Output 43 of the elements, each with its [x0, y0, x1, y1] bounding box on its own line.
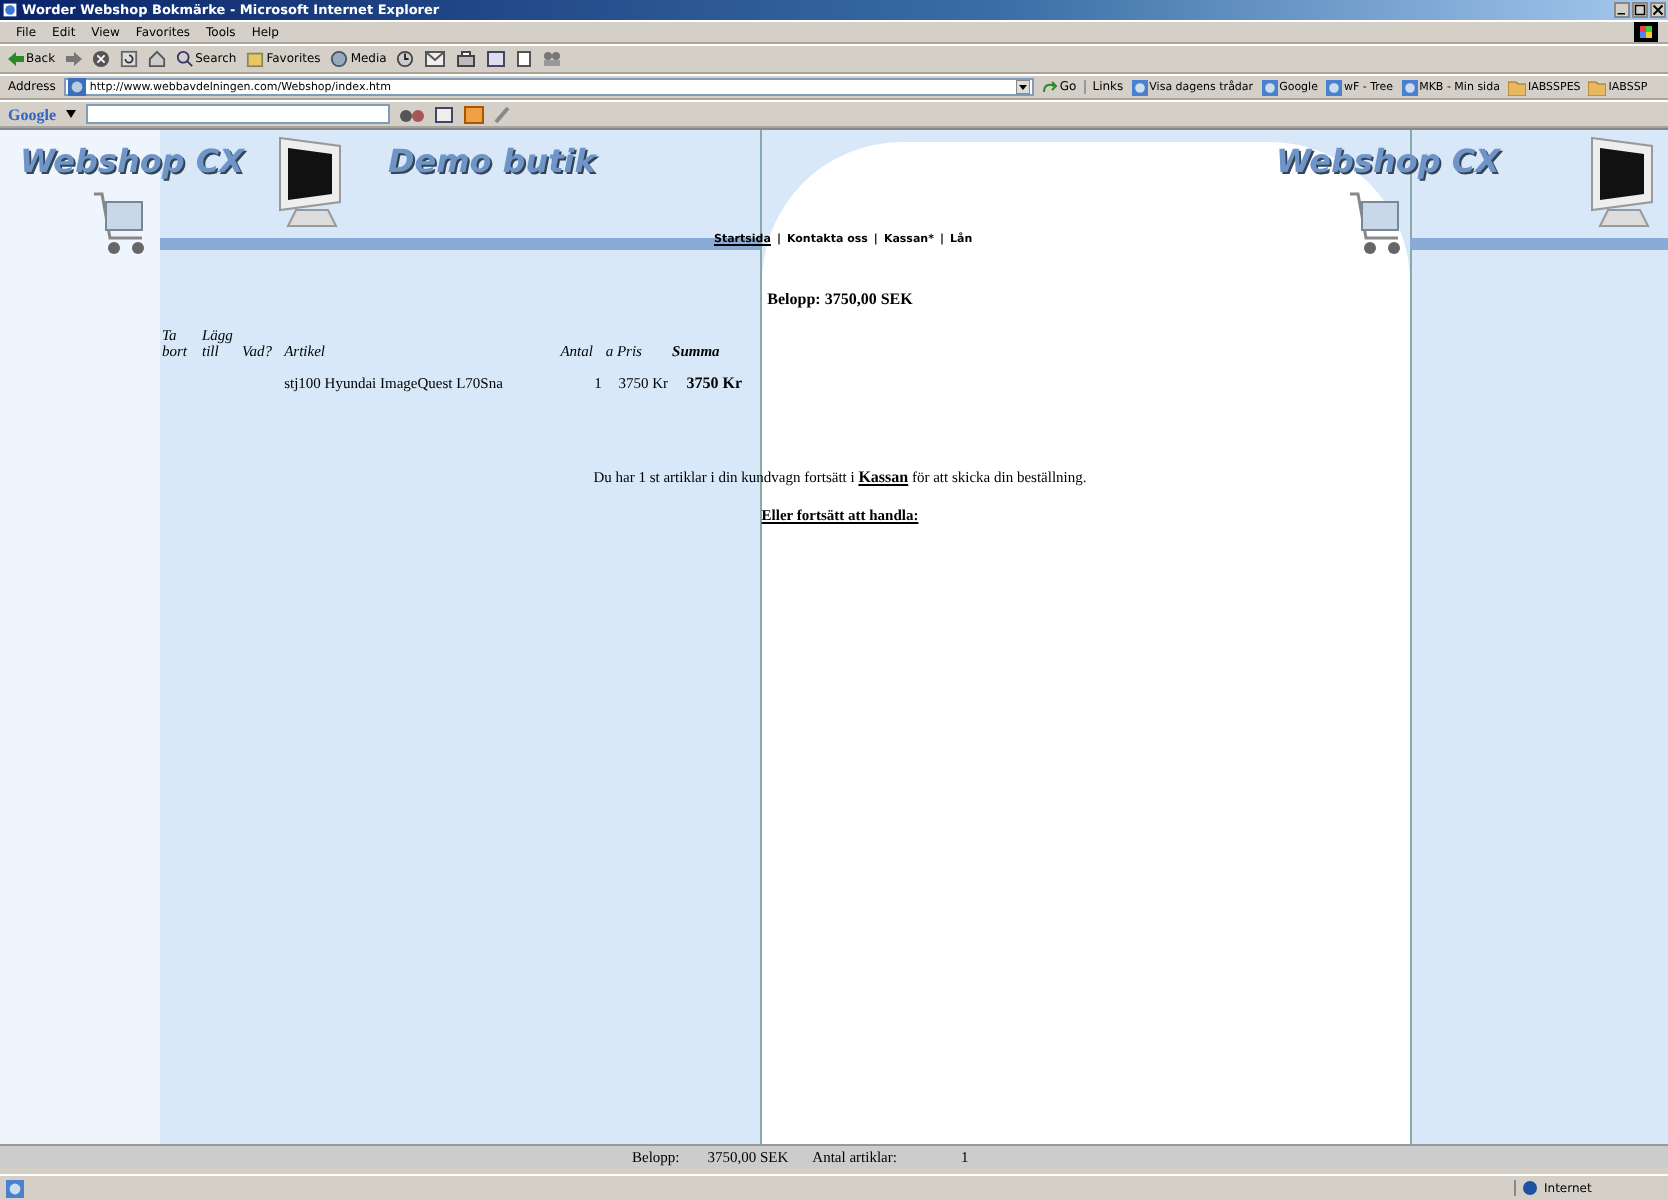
total-amount: Belopp: 3750,00 SEK	[765, 290, 915, 308]
print-icon[interactable]	[456, 50, 477, 68]
edit-icon[interactable]	[486, 50, 507, 68]
search-icon	[175, 50, 194, 68]
binoculars-icon[interactable]	[400, 105, 424, 123]
google-search-field[interactable]	[86, 104, 390, 124]
folder-icon	[1588, 79, 1607, 95]
document-icon[interactable]	[516, 50, 533, 68]
close-icon	[1652, 4, 1664, 16]
page-icon	[1261, 79, 1278, 95]
page-icon[interactable]	[434, 105, 454, 123]
browser-icon	[2, 2, 18, 18]
folder-icon	[246, 50, 265, 68]
go-arrow-icon	[1041, 79, 1058, 95]
forward-icon[interactable]	[65, 52, 82, 66]
globe-icon	[1522, 1180, 1538, 1196]
caret-icon[interactable]	[66, 110, 76, 118]
page-icon	[1401, 79, 1418, 95]
history-icon[interactable]	[396, 50, 415, 68]
back-arrow-icon	[8, 52, 24, 66]
page-icon	[67, 78, 86, 96]
maximize-button[interactable]	[1632, 2, 1648, 18]
checkout-link[interactable]: Kassan	[858, 468, 909, 486]
popup-blocker-icon[interactable]	[464, 105, 484, 123]
home-icon[interactable]	[147, 50, 166, 68]
page-icon	[1325, 79, 1342, 95]
shop-title: Demo butik	[387, 142, 596, 180]
disc-icon	[330, 50, 349, 68]
stop-icon[interactable]	[91, 50, 110, 68]
folder-icon	[1507, 79, 1526, 95]
mail-icon[interactable]	[424, 50, 447, 68]
close-button[interactable]	[1650, 2, 1666, 18]
refresh-icon[interactable]	[119, 50, 138, 68]
sum-cell-text: 3750 Kr	[684, 372, 744, 392]
windows-logo-icon	[1632, 22, 1660, 42]
maximize-icon	[1634, 4, 1646, 16]
people-icon[interactable]	[542, 50, 563, 68]
page-icon	[6, 1179, 24, 1197]
shop-logo: Webshop CX	[20, 142, 244, 180]
google-logo: Google	[8, 105, 56, 123]
page-icon	[1131, 79, 1148, 95]
minimize-button[interactable]	[1614, 2, 1630, 18]
dropdown-icon[interactable]	[1015, 80, 1030, 94]
